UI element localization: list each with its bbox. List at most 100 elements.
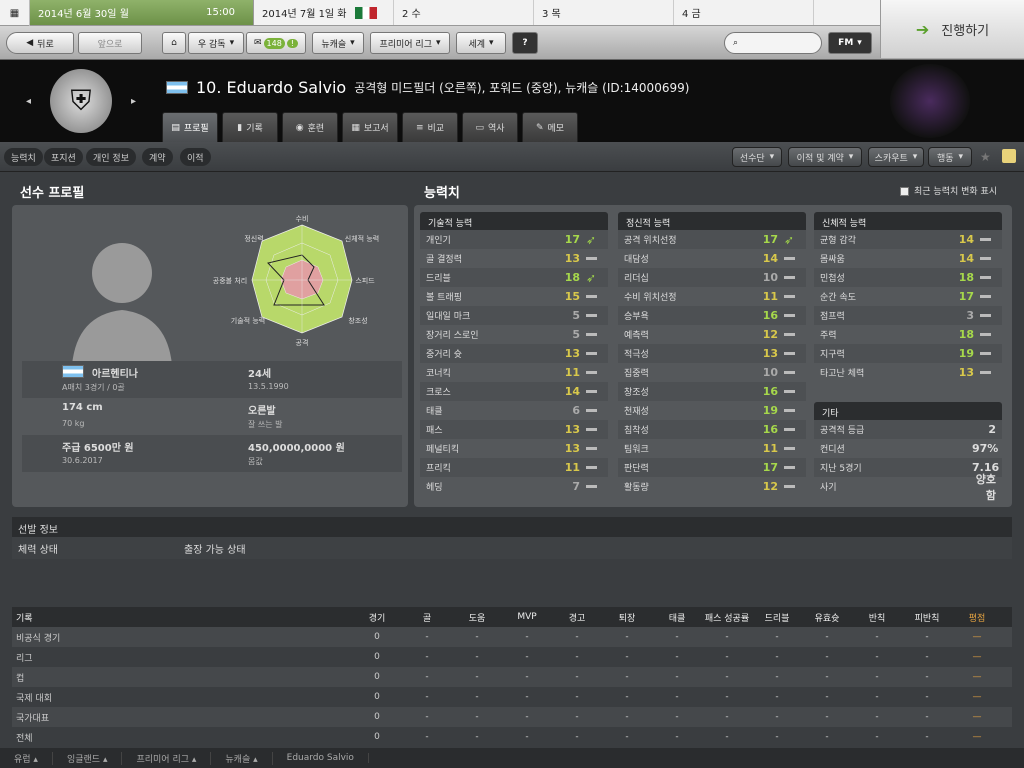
column-header[interactable]: 드리블 xyxy=(752,611,802,624)
calendar-day[interactable]: 4 금 xyxy=(674,0,814,25)
subnav-personal[interactable]: 개인 정보 xyxy=(86,148,136,166)
tab-compare[interactable]: ≡ 비교 xyxy=(402,112,458,142)
squad-dropdown[interactable]: 선수단 ▾ xyxy=(732,147,782,167)
attribute-row[interactable]: 활동량 12 xyxy=(618,477,806,496)
subnav-contract[interactable]: 계약 xyxy=(142,148,173,166)
calendar-day[interactable]: 3 목 xyxy=(534,0,674,25)
continue-button[interactable]: ➔ 진행하기 xyxy=(880,0,1024,58)
attribute-row[interactable]: 몸싸움 14 xyxy=(814,249,1002,268)
subnav-transfer[interactable]: 이적 xyxy=(180,148,211,166)
add-note-icon[interactable] xyxy=(1002,149,1016,163)
attribute-row[interactable]: 점프력 3 xyxy=(814,306,1002,325)
calendar-icon[interactable]: ▦ xyxy=(0,0,30,26)
attribute-row[interactable]: 골 결정력 13 xyxy=(420,249,608,268)
attribute-row[interactable]: 판단력 17 xyxy=(618,458,806,477)
attribute-row[interactable]: 패스 13 xyxy=(420,420,608,439)
attribute-row[interactable]: 예측력 12 xyxy=(618,325,806,344)
attribute-row[interactable]: 리더십 10 xyxy=(618,268,806,287)
attribute-row[interactable]: 장거리 스로인 5 xyxy=(420,325,608,344)
star-icon[interactable]: ★ xyxy=(980,150,991,164)
transfer-contract-dropdown[interactable]: 이적 및 계약 ▾ xyxy=(788,147,862,167)
attribute-row[interactable]: 볼 트래핑 15 xyxy=(420,287,608,306)
action-dropdown[interactable]: 행동 ▾ xyxy=(928,147,972,167)
column-header[interactable]: 골 xyxy=(402,611,452,624)
tab-training[interactable]: ◉ 훈련 xyxy=(282,112,338,142)
tab-notes[interactable]: ✎ 메모 xyxy=(522,112,578,142)
attribute-row[interactable]: 페널티킥 13 xyxy=(420,439,608,458)
world-menu[interactable]: 세계 ▾ xyxy=(456,32,506,54)
attribute-row[interactable]: 창조성 16 xyxy=(618,382,806,401)
column-header[interactable]: 평점 xyxy=(952,611,1002,624)
column-header[interactable]: 경기 xyxy=(352,611,402,624)
column-header[interactable]: 반칙 xyxy=(852,611,902,624)
attribute-row[interactable]: 타고난 체력 13 xyxy=(814,363,1002,382)
attribute-row[interactable]: 승부욕 16 xyxy=(618,306,806,325)
attribute-row[interactable]: 수비 위치선정 11 xyxy=(618,287,806,306)
attribute-row[interactable]: 드리블 18 ➶ xyxy=(420,268,608,287)
table-row[interactable]: 컵 0 - - - - - - - - - - - — xyxy=(12,667,1012,687)
calendar-day[interactable]: 2 수 xyxy=(394,0,534,25)
breadcrumb-item[interactable]: 프리미어 리그 ▴ xyxy=(122,751,212,765)
column-header[interactable]: 도움 xyxy=(452,611,502,624)
attribute-row[interactable]: 순간 속도 17 xyxy=(814,287,1002,306)
attribute-row[interactable]: 천재성 19 xyxy=(618,401,806,420)
column-header[interactable]: 태클 xyxy=(652,611,702,624)
attribute-row[interactable]: 공격 위치선정 17 ➶ xyxy=(618,230,806,249)
table-row[interactable]: 국가대표 0 - - - - - - - - - - - — xyxy=(12,707,1012,727)
subnav-position[interactable]: 포지션 xyxy=(44,148,83,166)
attribute-row[interactable]: 사기 양호함 xyxy=(814,473,1002,502)
attribute-row[interactable]: 프리킥 11 xyxy=(420,458,608,477)
attribute-row[interactable]: 코너킥 11 xyxy=(420,363,608,382)
recent-change-toggle[interactable]: 최근 능력치 변화 표시 xyxy=(900,184,997,197)
column-header[interactable]: 피반칙 xyxy=(902,611,952,624)
breadcrumb-item[interactable]: Eduardo Salvio xyxy=(273,753,369,763)
prev-club-icon[interactable]: ◂ xyxy=(26,96,31,107)
table-row[interactable]: 전체 0 - - - - - - - - - - - — xyxy=(12,727,1012,747)
attribute-row[interactable]: 균형 감각 14 xyxy=(814,230,1002,249)
tab-history[interactable]: ▭ 역사 xyxy=(462,112,518,142)
column-header[interactable]: 경고 xyxy=(552,611,602,624)
attribute-row[interactable]: 지구력 19 xyxy=(814,344,1002,363)
column-header[interactable]: 패스 성공률 xyxy=(702,611,752,624)
attribute-row[interactable]: 일대일 마크 5 xyxy=(420,306,608,325)
club-menu[interactable]: 뉴캐슬 ▾ xyxy=(312,32,364,54)
calendar-day-next[interactable]: 2014년 7월 1일 화 xyxy=(254,0,394,25)
attribute-row[interactable]: 집중력 10 xyxy=(618,363,806,382)
column-header[interactable]: 기록 xyxy=(12,611,352,624)
breadcrumb-item[interactable]: 유럽 ▴ xyxy=(0,751,53,765)
next-club-icon[interactable]: ▸ xyxy=(131,96,136,107)
table-row[interactable]: 국제 대회 0 - - - - - - - - - - - — xyxy=(12,687,1012,707)
breadcrumb-item[interactable]: 잉글랜드 ▴ xyxy=(53,751,123,765)
subnav-attributes[interactable]: 능력치 xyxy=(4,148,43,166)
attribute-row[interactable]: 적극성 13 xyxy=(618,344,806,363)
back-button[interactable]: ◀ 뒤로 xyxy=(6,32,74,54)
inbox-button[interactable]: ✉ 148! xyxy=(246,32,306,54)
help-button[interactable]: ? xyxy=(512,32,538,54)
breadcrumb-item[interactable]: 뉴캐슬 ▴ xyxy=(211,751,273,765)
attribute-row[interactable]: 대담성 14 xyxy=(618,249,806,268)
attribute-row[interactable]: 컨디션 97% xyxy=(814,439,1002,458)
attribute-row[interactable]: 크로스 14 xyxy=(420,382,608,401)
tab-stats[interactable]: ▮ 기록 xyxy=(222,112,278,142)
search-input[interactable]: ⌕ xyxy=(724,32,822,54)
attribute-row[interactable]: 개인기 17 ➶ xyxy=(420,230,608,249)
attribute-row[interactable]: 주력 18 xyxy=(814,325,1002,344)
column-header[interactable]: 유효슛 xyxy=(802,611,852,624)
attribute-row[interactable]: 팀워크 11 xyxy=(618,439,806,458)
table-row[interactable]: 비공식 경기 0 - - - - - - - - - - - — xyxy=(12,627,1012,647)
home-icon[interactable]: ⌂ xyxy=(162,32,186,54)
attribute-row[interactable]: 침착성 16 xyxy=(618,420,806,439)
table-row[interactable]: 리그 0 - - - - - - - - - - - — xyxy=(12,647,1012,667)
tab-report[interactable]: ▦ 보고서 xyxy=(342,112,398,142)
attribute-row[interactable]: 민첩성 18 xyxy=(814,268,1002,287)
tab-profile[interactable]: ▤ 프로필 xyxy=(162,112,218,142)
column-header[interactable]: 퇴장 xyxy=(602,611,652,624)
attribute-row[interactable]: 공격적 등급 2 xyxy=(814,420,1002,439)
league-menu[interactable]: 프리미어 리그 ▾ xyxy=(370,32,450,54)
scout-dropdown[interactable]: 스카우트 ▾ xyxy=(868,147,924,167)
checkbox-icon[interactable] xyxy=(900,187,909,196)
attribute-row[interactable]: 중거리 슛 13 xyxy=(420,344,608,363)
attribute-row[interactable]: 태클 6 xyxy=(420,401,608,420)
attribute-row[interactable]: 헤딩 7 xyxy=(420,477,608,496)
fm-menu[interactable]: FM ▾ xyxy=(828,32,872,54)
